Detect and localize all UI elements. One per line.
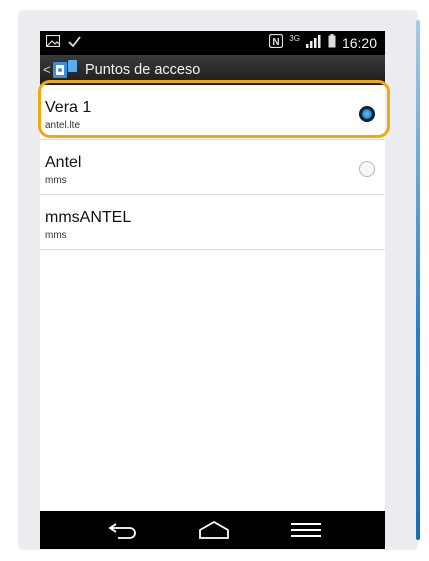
battery-icon	[328, 34, 336, 51]
settings-app-icon[interactable]	[53, 60, 77, 80]
network-type-label: 3G	[289, 34, 300, 43]
gallery-icon	[45, 34, 61, 50]
svg-text:N: N	[273, 37, 280, 48]
signal-icon	[305, 34, 322, 51]
status-time: 16:20	[341, 34, 377, 51]
apn-row-antel[interactable]: Antel mms	[40, 140, 385, 195]
status-bar: N 3G 16:20	[40, 31, 385, 55]
up-navigation-icon[interactable]: <	[43, 62, 51, 77]
home-icon[interactable]	[198, 520, 230, 545]
nfc-icon: N	[269, 33, 284, 51]
check-icon	[68, 35, 81, 50]
back-icon[interactable]	[108, 520, 138, 545]
navigation-bar	[40, 511, 385, 549]
page-title: Puntos de acceso	[85, 62, 201, 78]
apn-name: mmsANTEL	[45, 209, 132, 226]
apn-row-mmsantel[interactable]: mmsANTEL mms	[40, 195, 385, 250]
apn-value: mms	[45, 175, 67, 186]
apn-value: mms	[45, 230, 67, 241]
radio-unselected-icon[interactable]	[359, 161, 375, 177]
selected-apn-highlight	[38, 80, 390, 138]
card-accent-edge	[416, 20, 420, 540]
menu-icon[interactable]	[291, 523, 321, 542]
apn-name: Antel	[45, 154, 82, 171]
